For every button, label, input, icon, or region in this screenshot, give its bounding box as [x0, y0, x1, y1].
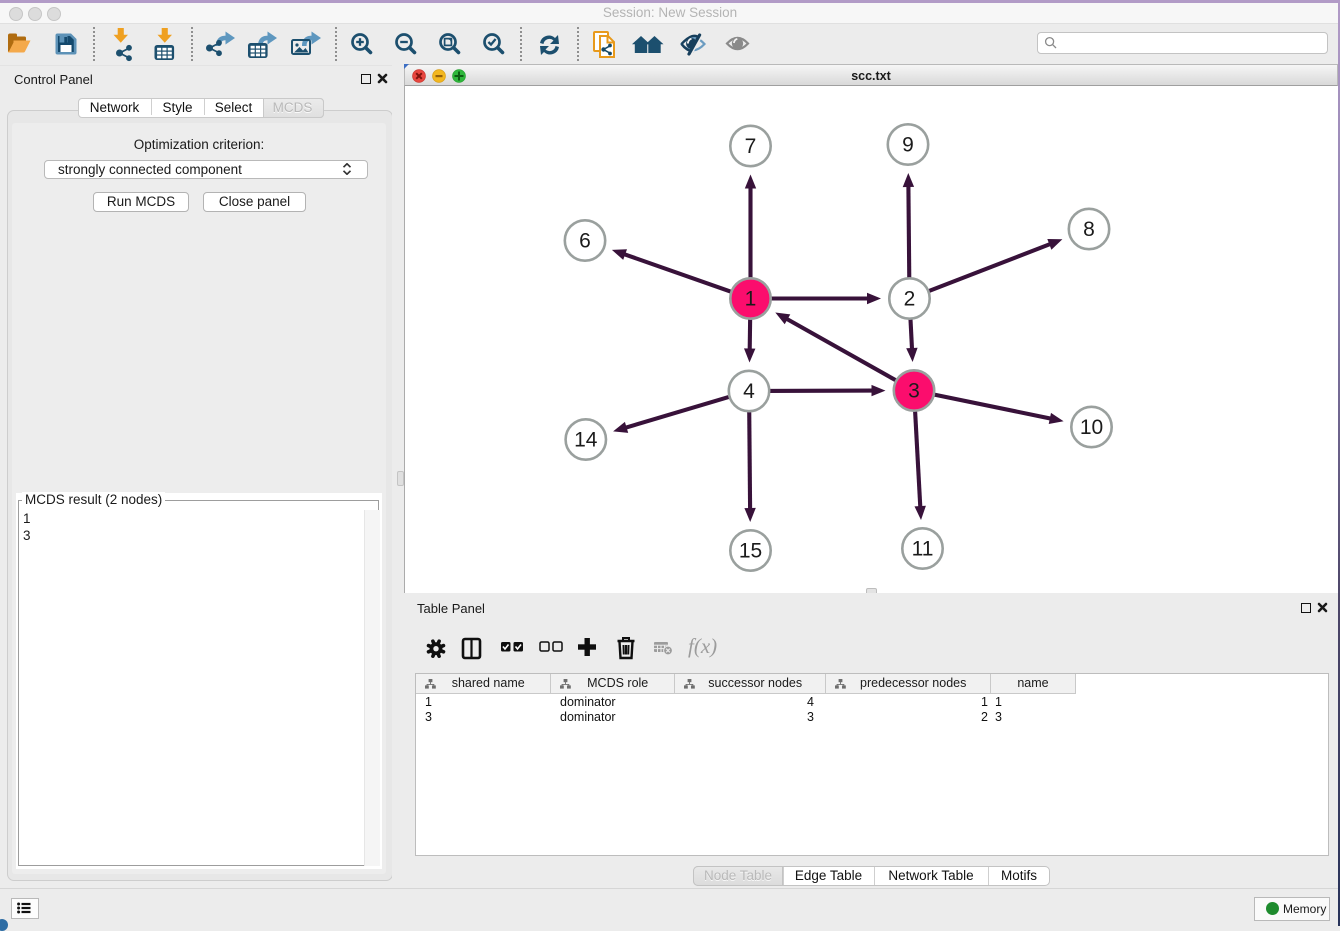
svg-text:1: 1 — [745, 288, 757, 311]
svg-text:9: 9 — [902, 134, 914, 157]
svg-text:14: 14 — [574, 429, 598, 452]
svg-text:6: 6 — [579, 230, 591, 253]
svg-text:10: 10 — [1080, 416, 1103, 439]
svg-text:11: 11 — [912, 538, 934, 561]
svg-text:f(x): f(x) — [688, 634, 717, 658]
svg-text:4: 4 — [743, 380, 755, 403]
svg-text:2: 2 — [904, 288, 916, 311]
svg-text:7: 7 — [745, 135, 757, 158]
svg-text:15: 15 — [739, 540, 762, 563]
svg-text:3: 3 — [908, 380, 920, 403]
svg-text:8: 8 — [1083, 218, 1095, 241]
